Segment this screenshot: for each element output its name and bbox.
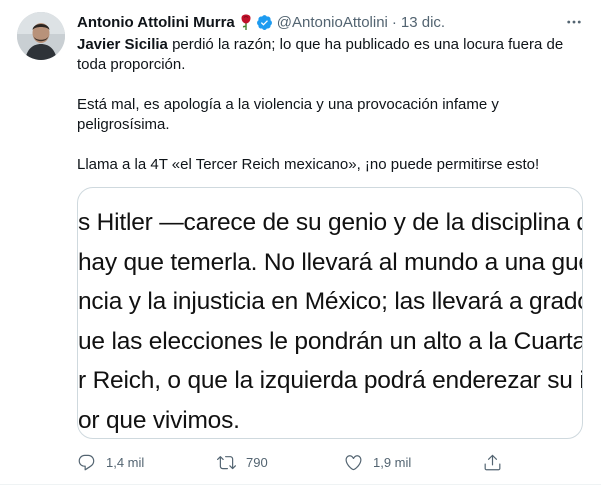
- image-text-line: or que vivimos.: [78, 406, 240, 434]
- like-count: 1,9 mil: [373, 454, 412, 470]
- tweet-date[interactable]: 13 dic.: [401, 14, 445, 31]
- verified-badge-icon: [256, 14, 273, 31]
- separator-dot: ·: [391, 13, 397, 31]
- tweet-paragraph-2: Está mal, es apología a la violencia y u…: [77, 96, 499, 133]
- share-button[interactable]: [483, 453, 502, 472]
- reply-count: 1,4 mil: [106, 454, 145, 470]
- avatar[interactable]: [17, 12, 65, 60]
- author-handle[interactable]: @AntonioAttolini: [277, 14, 388, 31]
- tweet-paragraph-3: Llama a la 4T «el Tercer Reich mexicano»…: [77, 156, 540, 173]
- image-text-line: r Reich, o que la izquierda podrá endere…: [78, 367, 583, 394]
- mention-javier-sicilia: Javier Sicilia: [77, 36, 168, 53]
- image-text: s Hitler —carece de su genio y de la dis…: [78, 203, 583, 438]
- image-text-line: s Hitler —carece de su genio y de la dis…: [78, 209, 582, 236]
- like-button[interactable]: 1,9 mil: [344, 453, 411, 472]
- reply-icon: [78, 454, 95, 470]
- image-text-line: ncia y la injusticia en México; las llev…: [78, 288, 582, 315]
- author-name[interactable]: Antonio Attolini Murra: [77, 14, 235, 31]
- image-text-line: ue las elecciones le pondrán un alto a l…: [78, 327, 583, 355]
- image-text-line: hay que temerla. No llevará al mundo a u…: [78, 248, 583, 276]
- tweet-text: Javier Sicilia perdió la razón; lo que h…: [77, 35, 577, 175]
- retweet-button[interactable]: 790: [217, 453, 268, 472]
- reply-button[interactable]: 1,4 mil: [77, 453, 144, 472]
- retweet-count: 790: [246, 454, 268, 470]
- tweet-image[interactable]: s Hitler —carece de su genio y de la dis…: [77, 187, 583, 439]
- rose-icon: [239, 14, 253, 30]
- heart-icon: [345, 454, 362, 470]
- share-icon: [484, 454, 501, 470]
- tweet-header: Antonio Attolini Murra @AntonioAttolini …: [77, 12, 589, 32]
- more-options-icon[interactable]: [563, 13, 585, 31]
- tweet-actions: 1,4 mil 790 1,9 mil: [77, 450, 583, 474]
- retweet-icon: [217, 455, 236, 469]
- avatar-photo: [17, 12, 65, 60]
- tweet-paragraph-1: Javier Sicilia perdió la razón; lo que h…: [77, 35, 577, 75]
- tweet[interactable]: Antonio Attolini Murra @AntonioAttolini …: [0, 0, 601, 485]
